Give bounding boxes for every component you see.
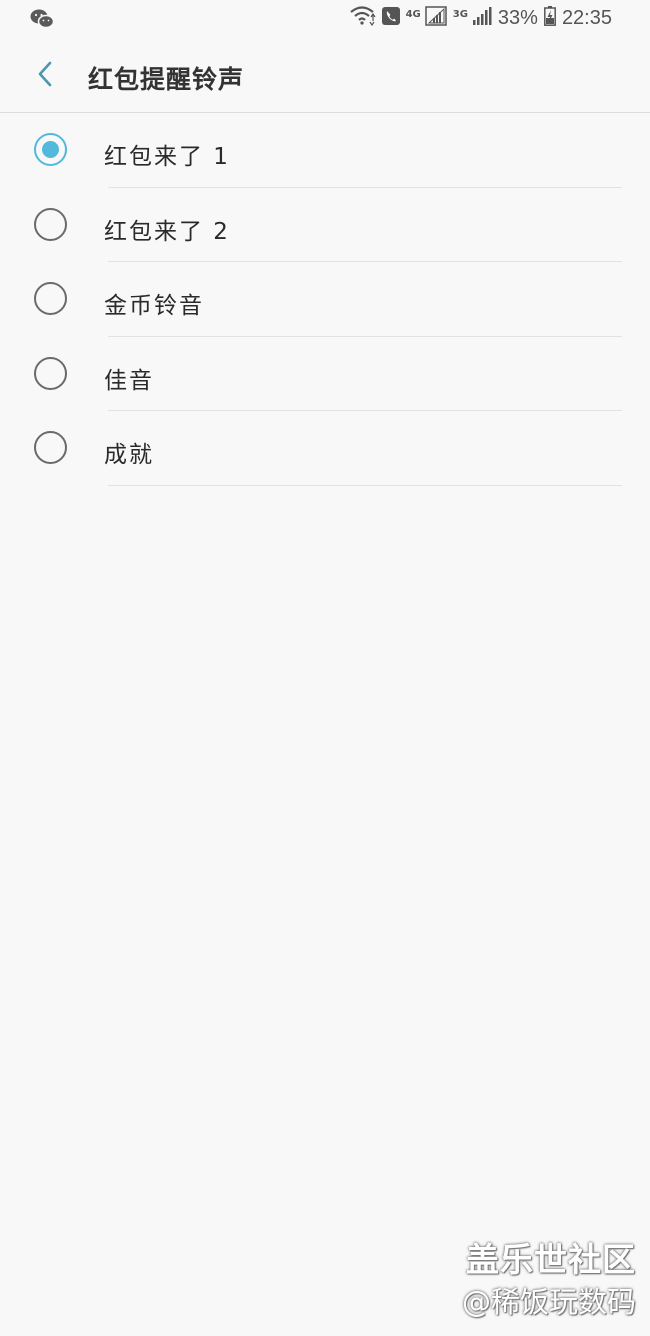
wifi-icon — [349, 6, 376, 31]
ringtone-option-label: 金币铃音 — [104, 293, 204, 319]
watermark-author: @稀饭玩数码 — [461, 1285, 636, 1319]
signal-4g-icon — [424, 6, 447, 31]
page-title: 红包提醒铃声 — [88, 65, 245, 94]
clock: 22:35 — [561, 7, 612, 29]
back-button[interactable] — [26, 56, 66, 96]
signal-3g-icon — [472, 6, 492, 31]
chevron-left-icon — [36, 60, 56, 92]
radio-button[interactable] — [34, 282, 67, 315]
ringtone-option-label: 成就 — [104, 442, 154, 468]
call-icon — [381, 7, 400, 30]
app-header: 红包提醒铃声 — [0, 42, 650, 113]
ringtone-list: 红包来了 1 红包来了 2 金币铃音 佳音 成就 — [0, 113, 650, 486]
wechat-icon — [30, 8, 55, 34]
ringtone-option-2[interactable]: 红包来了 2 — [0, 188, 650, 262]
radio-button-selected[interactable] — [34, 133, 67, 166]
radio-button[interactable] — [34, 356, 67, 390]
net-4g-label: 4G — [405, 9, 421, 20]
battery-charging-icon — [543, 6, 556, 31]
divider — [108, 484, 622, 486]
ringtone-option-3[interactable]: 金币铃音 — [0, 262, 650, 337]
ringtone-option-label: 红包来了 1 — [104, 144, 230, 170]
watermark-community: 盖乐世社区 — [466, 1240, 636, 1279]
radio-button[interactable] — [34, 431, 67, 464]
watermark: 盖乐世社区 @稀饭玩数码 — [462, 1238, 636, 1322]
status-icons: 4G 3G 33% 22:35 — [349, 6, 612, 31]
battery-percent: 33% — [497, 7, 538, 29]
ringtone-option-label: 红包来了 2 — [104, 218, 230, 245]
ringtone-option-4[interactable]: 佳音 — [0, 337, 650, 411]
radio-button[interactable] — [34, 207, 67, 241]
ringtone-option-1[interactable]: 红包来了 1 — [0, 113, 650, 188]
status-bar: 4G 3G 33% 22:35 — [0, 0, 650, 42]
net-3g-label: 3G — [452, 9, 468, 20]
ringtone-option-label: 佳音 — [104, 367, 154, 394]
ringtone-option-5[interactable]: 成就 — [0, 411, 650, 486]
